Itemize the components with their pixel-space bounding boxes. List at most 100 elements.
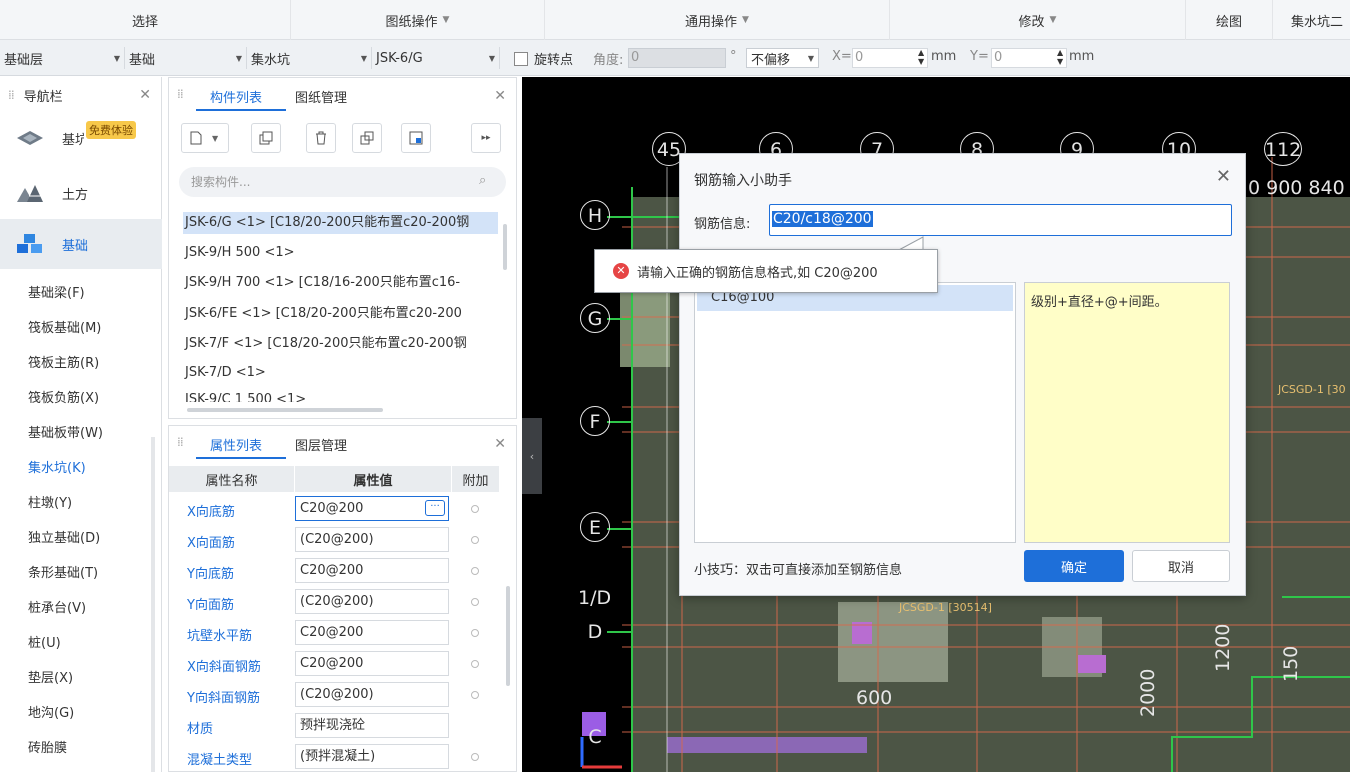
ribbon-group-label: 图纸操作 bbox=[385, 14, 438, 30]
extra-checkbox[interactable] bbox=[471, 691, 479, 699]
drag-handle-icon[interactable]: ⁞⁞ bbox=[177, 87, 184, 101]
trash-icon bbox=[316, 131, 326, 145]
sidebar-item-sump-pit[interactable]: 集水坑(K) bbox=[28, 457, 86, 476]
ellipsis-button[interactable]: ··· bbox=[425, 500, 445, 516]
ribbon-group-label: 绘图 bbox=[1215, 14, 1242, 30]
sidebar-item-pier[interactable]: 柱墩(Y) bbox=[28, 492, 72, 511]
ribbon-group-common-ops[interactable]: 通用操作 ▼ bbox=[545, 0, 890, 40]
tab-component-list[interactable]: 构件列表 bbox=[210, 87, 262, 106]
component-select-value: JSK-6/G bbox=[376, 50, 423, 66]
ok-button[interactable]: 确定 bbox=[1024, 550, 1124, 582]
horizontal-scrollbar[interactable] bbox=[187, 408, 383, 412]
sidebar-item-raft-negative-rebar[interactable]: 筏板负筋(X) bbox=[28, 387, 99, 406]
tab-layer-management[interactable]: 图层管理 bbox=[295, 435, 347, 454]
component-select[interactable]: JSK-6/G ▼ bbox=[372, 47, 500, 69]
property-value-input[interactable]: (预拌混凝土) bbox=[295, 744, 449, 769]
property-value-input[interactable]: C20@200 bbox=[295, 558, 449, 583]
new-component-button[interactable]: ▼ bbox=[181, 123, 229, 153]
list-item-jsk-6g[interactable]: JSK-6/G <1> [C18/20-200只能布置c20-200钢 bbox=[183, 212, 498, 234]
property-value-input[interactable]: C20@200 bbox=[295, 651, 449, 676]
sidebar-item-isolated-footing[interactable]: 独立基础(D) bbox=[28, 527, 100, 546]
list-item-jsk-6fe[interactable]: JSK-6/FE <1> [C18/20-200只能布置c20-200 bbox=[183, 303, 498, 325]
property-value-input[interactable]: (C20@200) bbox=[295, 527, 449, 552]
offset-select[interactable]: 不偏移 ▼ bbox=[746, 48, 819, 68]
drag-handle-icon[interactable]: ⁞⁞ bbox=[177, 435, 184, 449]
sidebar-item-trench[interactable]: 地沟(G) bbox=[28, 702, 74, 721]
axis-label: E bbox=[580, 512, 610, 542]
drag-handle-icon[interactable]: ⁞⁞ bbox=[8, 88, 15, 102]
ribbon-group-draw[interactable]: 绘图 bbox=[1186, 0, 1273, 40]
property-value-input[interactable]: (C20@200) bbox=[295, 682, 449, 707]
sidebar-item-raft-main-rebar[interactable]: 筏板主筋(R) bbox=[28, 352, 99, 371]
property-value-input[interactable]: C20@200 bbox=[295, 620, 449, 645]
properties-button[interactable] bbox=[401, 123, 431, 153]
property-value-input[interactable]: (C20@200) bbox=[295, 589, 449, 614]
vertical-scrollbar[interactable] bbox=[503, 224, 507, 270]
nav-big-pit-support[interactable]: 基坑支护 bbox=[0, 113, 162, 163]
extra-checkbox[interactable] bbox=[471, 753, 479, 761]
extra-checkbox[interactable] bbox=[471, 505, 479, 513]
sidebar-item-foundation-beam[interactable]: 基础梁(F) bbox=[28, 282, 85, 301]
x-spinner-icon[interactable]: ▲ ▼ bbox=[918, 48, 924, 66]
floor-select[interactable]: 基础层 ▼ bbox=[0, 47, 125, 69]
rotate-point-checkbox[interactable] bbox=[514, 52, 528, 66]
ribbon-group-modify[interactable]: 修改 ▼ bbox=[890, 0, 1186, 40]
tab-property-list[interactable]: 属性列表 bbox=[210, 435, 262, 454]
ribbon-group-pit[interactable]: 集水坑二 bbox=[1273, 0, 1350, 40]
nav-big-label: 土方 bbox=[62, 187, 89, 203]
extra-checkbox[interactable] bbox=[471, 629, 479, 637]
property-value-input[interactable]: 预拌现浇砼 bbox=[295, 713, 449, 738]
sidebar-item-pile-cap[interactable]: 桩承台(V) bbox=[28, 597, 86, 616]
close-icon[interactable]: ✕ bbox=[494, 88, 506, 104]
list-item-jsk-7d[interactable]: JSK-7/D <1> bbox=[183, 362, 498, 384]
property-name: Y向底筋 bbox=[187, 567, 234, 582]
nav-title: 导航栏 bbox=[23, 89, 63, 105]
property-name: X向底筋 bbox=[187, 505, 235, 520]
layer-copy-button[interactable] bbox=[352, 123, 382, 153]
extra-checkbox[interactable] bbox=[471, 567, 479, 575]
extra-checkbox[interactable] bbox=[471, 598, 479, 606]
ribbon-group-select[interactable]: 选择 bbox=[0, 0, 291, 40]
collapse-panel-button[interactable]: ‹ bbox=[522, 418, 542, 494]
angle-input[interactable]: 0 bbox=[628, 48, 726, 68]
cancel-button[interactable]: 取消 bbox=[1132, 550, 1230, 582]
tip-text: 小技巧：双击可直接添加至钢筋信息 bbox=[694, 563, 903, 578]
dimension-text: 0 900 840 bbox=[1248, 177, 1345, 199]
close-icon[interactable]: ✕ bbox=[1216, 166, 1231, 187]
free-trial-badge[interactable]: 免费体验 bbox=[86, 121, 136, 139]
y-offset-input[interactable]: 0 bbox=[991, 48, 1067, 68]
close-icon[interactable]: ✕ bbox=[494, 436, 506, 452]
sidebar-item-strip-footing[interactable]: 条形基础(T) bbox=[28, 562, 98, 581]
sidebar-item-pile[interactable]: 桩(U) bbox=[28, 632, 61, 651]
sidebar-item-foundation-strip[interactable]: 基础板带(W) bbox=[28, 422, 103, 441]
list-item-jsk-9h-500[interactable]: JSK-9/H 500 <1> bbox=[183, 242, 498, 264]
search-icon[interactable]: ⌕ bbox=[479, 173, 486, 188]
list-item-jsk-7f[interactable]: JSK-7/F <1> [C18/20-200只能布置c20-200钢 bbox=[183, 333, 498, 355]
active-tab-underline bbox=[196, 457, 286, 459]
list-item-jsk-9c[interactable]: JSK-9/C 1 500 <1> bbox=[183, 390, 498, 402]
search-input[interactable]: 搜索构件... bbox=[179, 167, 506, 197]
category-select[interactable]: 基础 ▼ bbox=[125, 47, 247, 69]
y-spinner-icon[interactable]: ▲ ▼ bbox=[1057, 48, 1063, 66]
extra-checkbox[interactable] bbox=[471, 660, 479, 668]
nav-big-foundation[interactable]: 基础 bbox=[0, 219, 162, 269]
copy-component-button[interactable] bbox=[251, 123, 281, 153]
delete-component-button[interactable] bbox=[306, 123, 336, 153]
x-offset-input[interactable]: 0 bbox=[852, 48, 928, 68]
more-tools-button[interactable]: ▸▸ bbox=[471, 123, 501, 153]
sidebar-item-brick-mold[interactable]: 砖胎膜 bbox=[28, 737, 67, 756]
tab-drawing-management[interactable]: 图纸管理 bbox=[295, 87, 347, 106]
sidebar-item-cushion[interactable]: 垫层(X) bbox=[28, 667, 73, 686]
ribbon-group-drawing-ops[interactable]: 图纸操作 ▼ bbox=[291, 0, 545, 40]
rebar-preset-list[interactable]: C16@100 bbox=[694, 282, 1016, 543]
nav-scrollbar[interactable] bbox=[151, 437, 155, 772]
vertical-scrollbar[interactable] bbox=[506, 586, 510, 686]
list-item-jsk-9h-700[interactable]: JSK-9/H 700 <1> [C18/16-200只能布置c16- bbox=[183, 272, 498, 294]
extra-checkbox[interactable] bbox=[471, 536, 479, 544]
sidebar-item-raft-foundation[interactable]: 筏板基础(M) bbox=[28, 317, 101, 336]
rebar-info-input[interactable]: C20/c18@200 bbox=[769, 204, 1232, 236]
column-header-extra: 附加 bbox=[452, 466, 500, 492]
type-select[interactable]: 集水坑 ▼ bbox=[247, 47, 372, 69]
close-icon[interactable]: ✕ bbox=[139, 87, 151, 103]
nav-big-earthwork[interactable]: 土方 bbox=[0, 168, 162, 218]
